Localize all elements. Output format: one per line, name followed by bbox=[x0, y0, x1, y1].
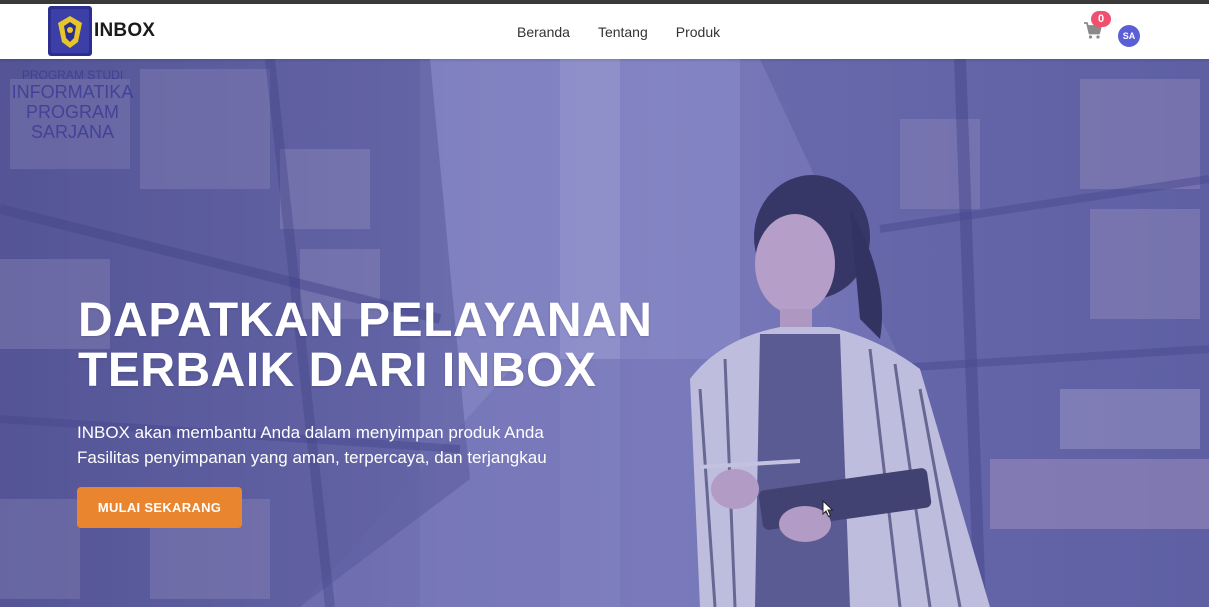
program-watermark: PROGRAM STUDI INFORMATIKA PROGRAM SARJAN… bbox=[0, 68, 145, 142]
headline-line-2: TERBAIK DARI INBOX bbox=[78, 344, 597, 397]
hero-headline: DAPATKAN PELAYANAN TERBAIK DARI INBOX bbox=[78, 296, 778, 396]
user-avatar[interactable]: SA bbox=[1118, 25, 1140, 47]
start-now-button[interactable]: MULAI SEKARANG bbox=[77, 487, 242, 528]
hero-subtext: INBOX akan membantu Anda dalam menyimpan… bbox=[77, 420, 637, 470]
nav-link-produk[interactable]: Produk bbox=[676, 24, 720, 40]
brand-name: INBOX bbox=[94, 20, 156, 41]
navbar: INBOX Beranda Tentang Produk 0 SA bbox=[0, 4, 1209, 59]
mouse-cursor-icon bbox=[822, 499, 834, 523]
browser-viewport: INBOX Beranda Tentang Produk 0 SA PROGRA… bbox=[0, 0, 1209, 607]
subtext-line-1: INBOX akan membantu Anda dalam menyimpan… bbox=[77, 423, 544, 442]
watermark-line-2: INFORMATIKA bbox=[11, 82, 134, 102]
nav-link-tentang[interactable]: Tentang bbox=[598, 24, 648, 40]
main-nav: Beranda Tentang Produk bbox=[517, 4, 748, 59]
university-logo-icon bbox=[48, 6, 92, 56]
subtext-line-2: Fasilitas penyimpanan yang aman, terperc… bbox=[77, 448, 547, 467]
headline-line-1: DAPATKAN PELAYANAN bbox=[78, 294, 653, 347]
nav-link-beranda[interactable]: Beranda bbox=[517, 24, 570, 40]
watermark-line-3: PROGRAM SARJANA bbox=[25, 102, 119, 142]
watermark-line-1: PROGRAM STUDI bbox=[21, 68, 124, 82]
cart-count-badge: 0 bbox=[1091, 11, 1111, 27]
brand[interactable]: INBOX bbox=[48, 6, 155, 56]
